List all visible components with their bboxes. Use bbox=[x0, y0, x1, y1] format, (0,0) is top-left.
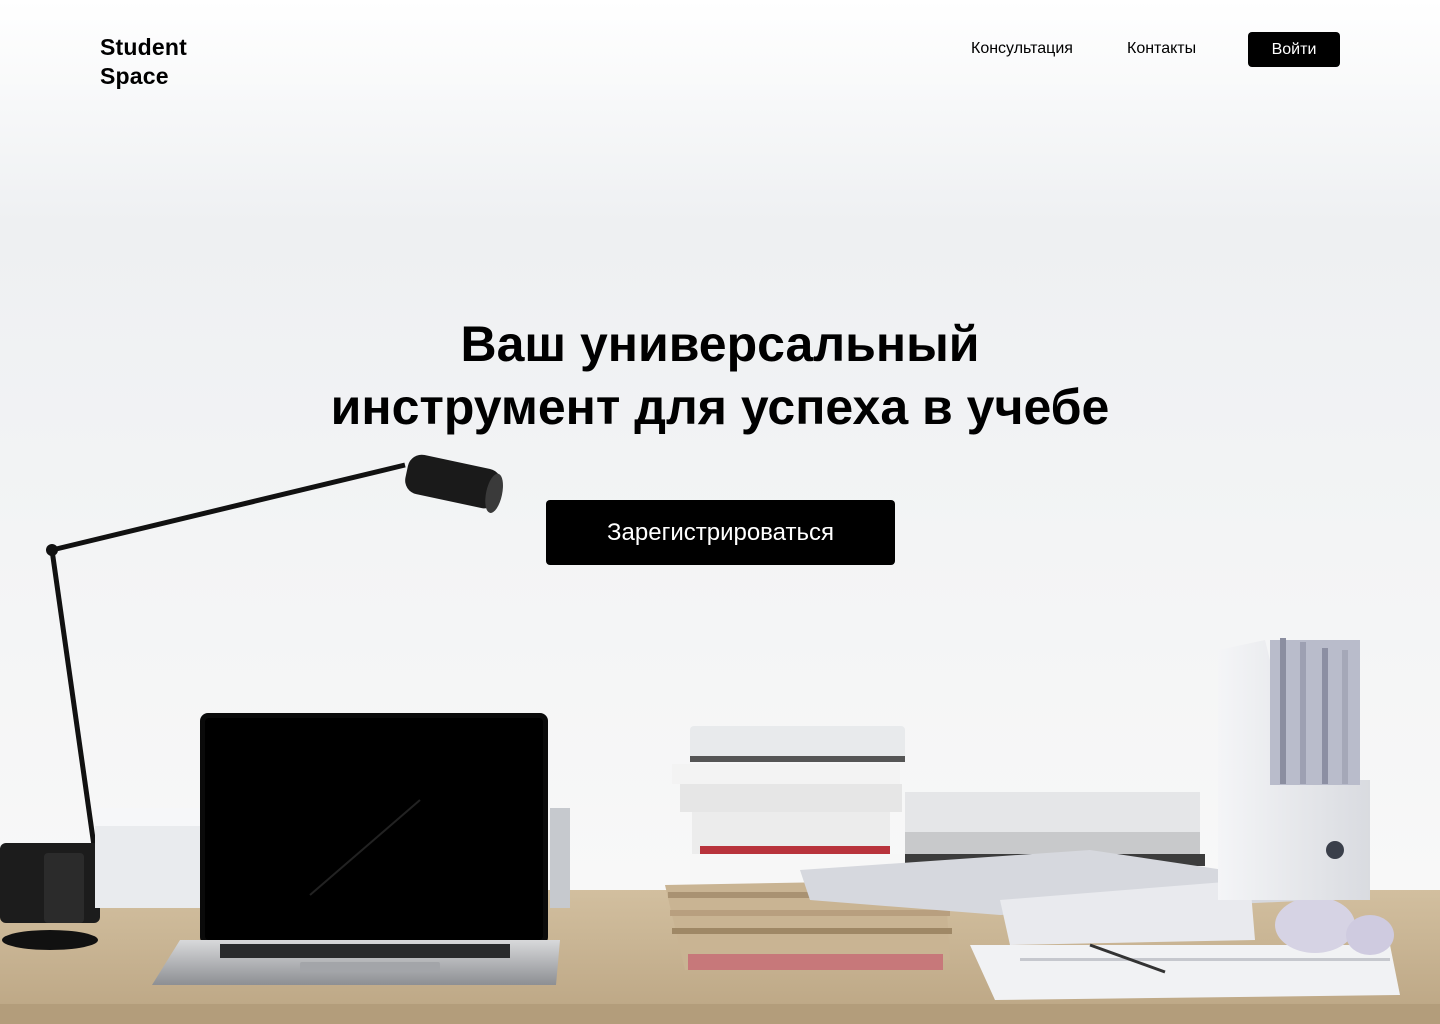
hero-title-line-1: Ваш универсальный bbox=[460, 316, 980, 372]
nav-link-contacts[interactable]: Контакты bbox=[1127, 39, 1196, 59]
register-button[interactable]: Зарегистрироваться bbox=[546, 500, 895, 565]
nav-link-consultation[interactable]: Консультация bbox=[971, 39, 1073, 59]
hero-title-line-2: инструмент для успеха в учебе bbox=[330, 379, 1110, 435]
landing-page: Student Space Консультация Контакты Войт… bbox=[0, 0, 1440, 1024]
hero-title: Ваш универсальный инструмент для успеха … bbox=[0, 313, 1440, 439]
site-logo[interactable]: Student Space bbox=[100, 33, 240, 91]
logo-line-2: Space bbox=[100, 63, 169, 89]
magazine-holder bbox=[1218, 638, 1370, 900]
logo-line-1: Student bbox=[100, 34, 187, 60]
site-header: Student Space Консультация Контакты Войт… bbox=[0, 0, 1440, 110]
laptop bbox=[152, 713, 560, 985]
login-button[interactable]: Войти bbox=[1248, 32, 1340, 67]
